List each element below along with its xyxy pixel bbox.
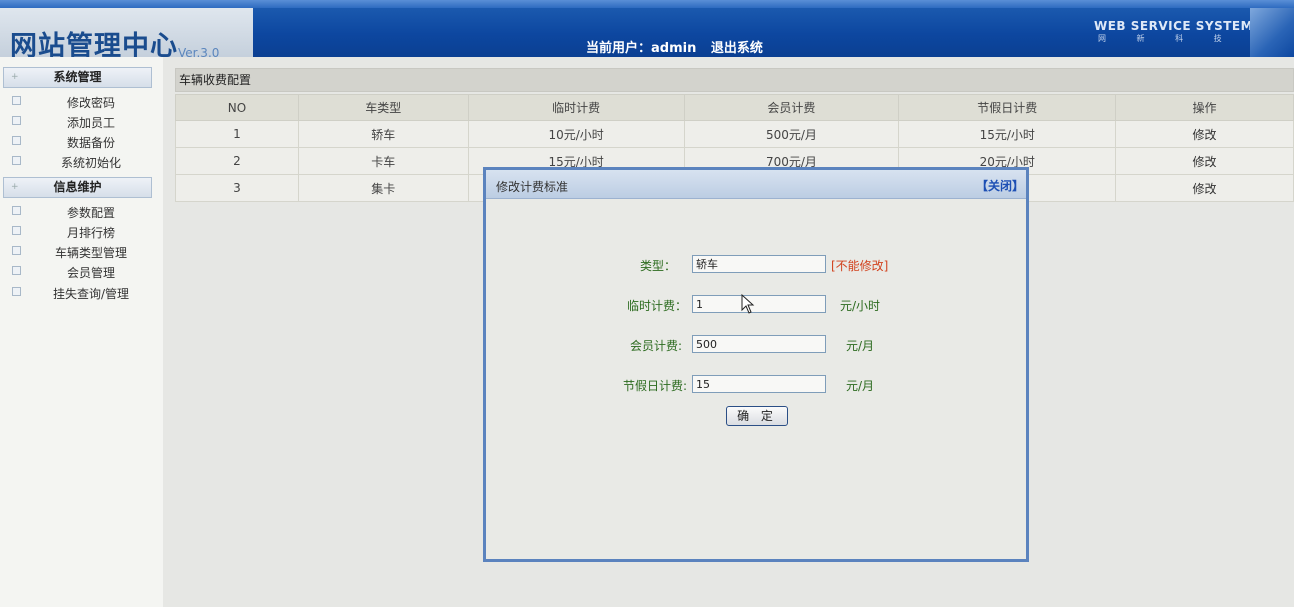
close-button[interactable]: 【关闭】 xyxy=(976,177,1024,194)
user-bar: 当前用户：admin 退出系统 xyxy=(586,37,773,56)
table-cell: 3 xyxy=(175,174,299,202)
brand-subtitle: 网 新 科 技 xyxy=(1098,34,1236,43)
table-header-row: NO 车类型 临时计费 会员计费 节假日计费 操作 xyxy=(175,94,1294,121)
column-header: 节假日计费 xyxy=(898,94,1117,121)
sidebar-item-params[interactable]: 参数配置 xyxy=(0,202,163,222)
edit-link[interactable]: 修改 xyxy=(1115,120,1294,148)
table-cell: 500元/月 xyxy=(683,120,900,148)
confirm-button[interactable]: 确 定 xyxy=(726,406,788,426)
member-fee-unit: 元/月 xyxy=(846,339,875,353)
column-header: 临时计费 xyxy=(467,94,685,121)
table-row: 1 轿车 10元/小时 500元/月 15元/小时 修改 xyxy=(175,120,1294,148)
column-header: 会员计费 xyxy=(683,94,900,121)
edit-fee-dialog: 修改计费标准 【关闭】 类型： [不能修改] 临时计费： 元/小时 会员计费: … xyxy=(483,167,1029,562)
version-label: Ver.3.0 xyxy=(178,46,220,60)
section-title: 车辆收费配置 xyxy=(175,68,1294,92)
table-cell: 卡车 xyxy=(297,147,469,175)
column-header: 操作 xyxy=(1115,94,1294,121)
sidebar-group-info[interactable]: + 信息维护 xyxy=(3,177,152,198)
header-top-line xyxy=(0,0,1294,8)
table-cell: 2 xyxy=(175,147,299,175)
holiday-fee-field[interactable] xyxy=(692,375,826,393)
table-cell: 1 xyxy=(175,120,299,148)
sidebar-item-init[interactable]: 系统初始化 xyxy=(0,152,163,172)
dialog-title: 修改计费标准 xyxy=(496,180,569,194)
edit-link[interactable]: 修改 xyxy=(1115,147,1294,175)
header-corner-decoration xyxy=(1250,8,1294,57)
expand-icon: + xyxy=(11,72,19,82)
sidebar-item-backup[interactable]: 数据备份 xyxy=(0,132,163,152)
table-cell: 轿车 xyxy=(297,120,469,148)
mouse-cursor-icon xyxy=(741,294,755,314)
table-cell: 15元/小时 xyxy=(898,120,1117,148)
holiday-fee-unit: 元/月 xyxy=(846,379,875,393)
logo-area: 网站管理中心 Ver.3.0 xyxy=(0,8,253,62)
sidebar-item-add-staff[interactable]: 添加员工 xyxy=(0,112,163,132)
brand-title: WEB SERVICE SYSTEM xyxy=(1094,19,1254,33)
temp-fee-unit: 元/小时 xyxy=(840,299,881,313)
type-field[interactable] xyxy=(692,255,826,273)
temp-fee-label: 临时计费： xyxy=(626,299,687,313)
table-cell: 集卡 xyxy=(297,174,469,202)
sidebar-group-label: 信息维护 xyxy=(53,180,102,194)
holiday-fee-label: 节假日计费: xyxy=(622,379,687,393)
readonly-note: [不能修改] xyxy=(831,259,889,273)
sidebar-group-label: 系统管理 xyxy=(53,70,102,84)
type-label: 类型： xyxy=(639,259,676,273)
logout-link[interactable]: 退出系统 xyxy=(711,41,763,56)
column-header: NO xyxy=(175,94,299,121)
table-cell: 10元/小时 xyxy=(467,120,685,148)
sidebar-item-members[interactable]: 会员管理 xyxy=(0,262,163,282)
edit-link[interactable]: 修改 xyxy=(1115,174,1294,202)
sidebar-item-change-password[interactable]: 修改密码 xyxy=(0,92,163,112)
sidebar-item-monthly-rank[interactable]: 月排行榜 xyxy=(0,222,163,242)
temp-fee-field[interactable] xyxy=(692,295,826,313)
expand-icon: + xyxy=(11,182,19,192)
member-fee-field[interactable] xyxy=(692,335,826,353)
dialog-header: 修改计费标准 【关闭】 xyxy=(486,170,1026,199)
sidebar-group-system[interactable]: + 系统管理 xyxy=(3,67,152,88)
sidebar: + 系统管理 修改密码 添加员工 数据备份 系统初始化 + 信息维护 参数配置 … xyxy=(0,57,163,607)
sidebar-item-vehicle-types[interactable]: 车辆类型管理 xyxy=(0,242,163,262)
sidebar-item-loss-report[interactable]: 挂失查询/管理 xyxy=(0,283,163,303)
header-bar: 网站管理中心 Ver.3.0 当前用户：admin 退出系统 WEB SERVI… xyxy=(0,0,1294,62)
member-fee-label: 会员计费: xyxy=(629,339,682,353)
column-header: 车类型 xyxy=(297,94,469,121)
current-user: 当前用户：admin xyxy=(586,41,697,56)
